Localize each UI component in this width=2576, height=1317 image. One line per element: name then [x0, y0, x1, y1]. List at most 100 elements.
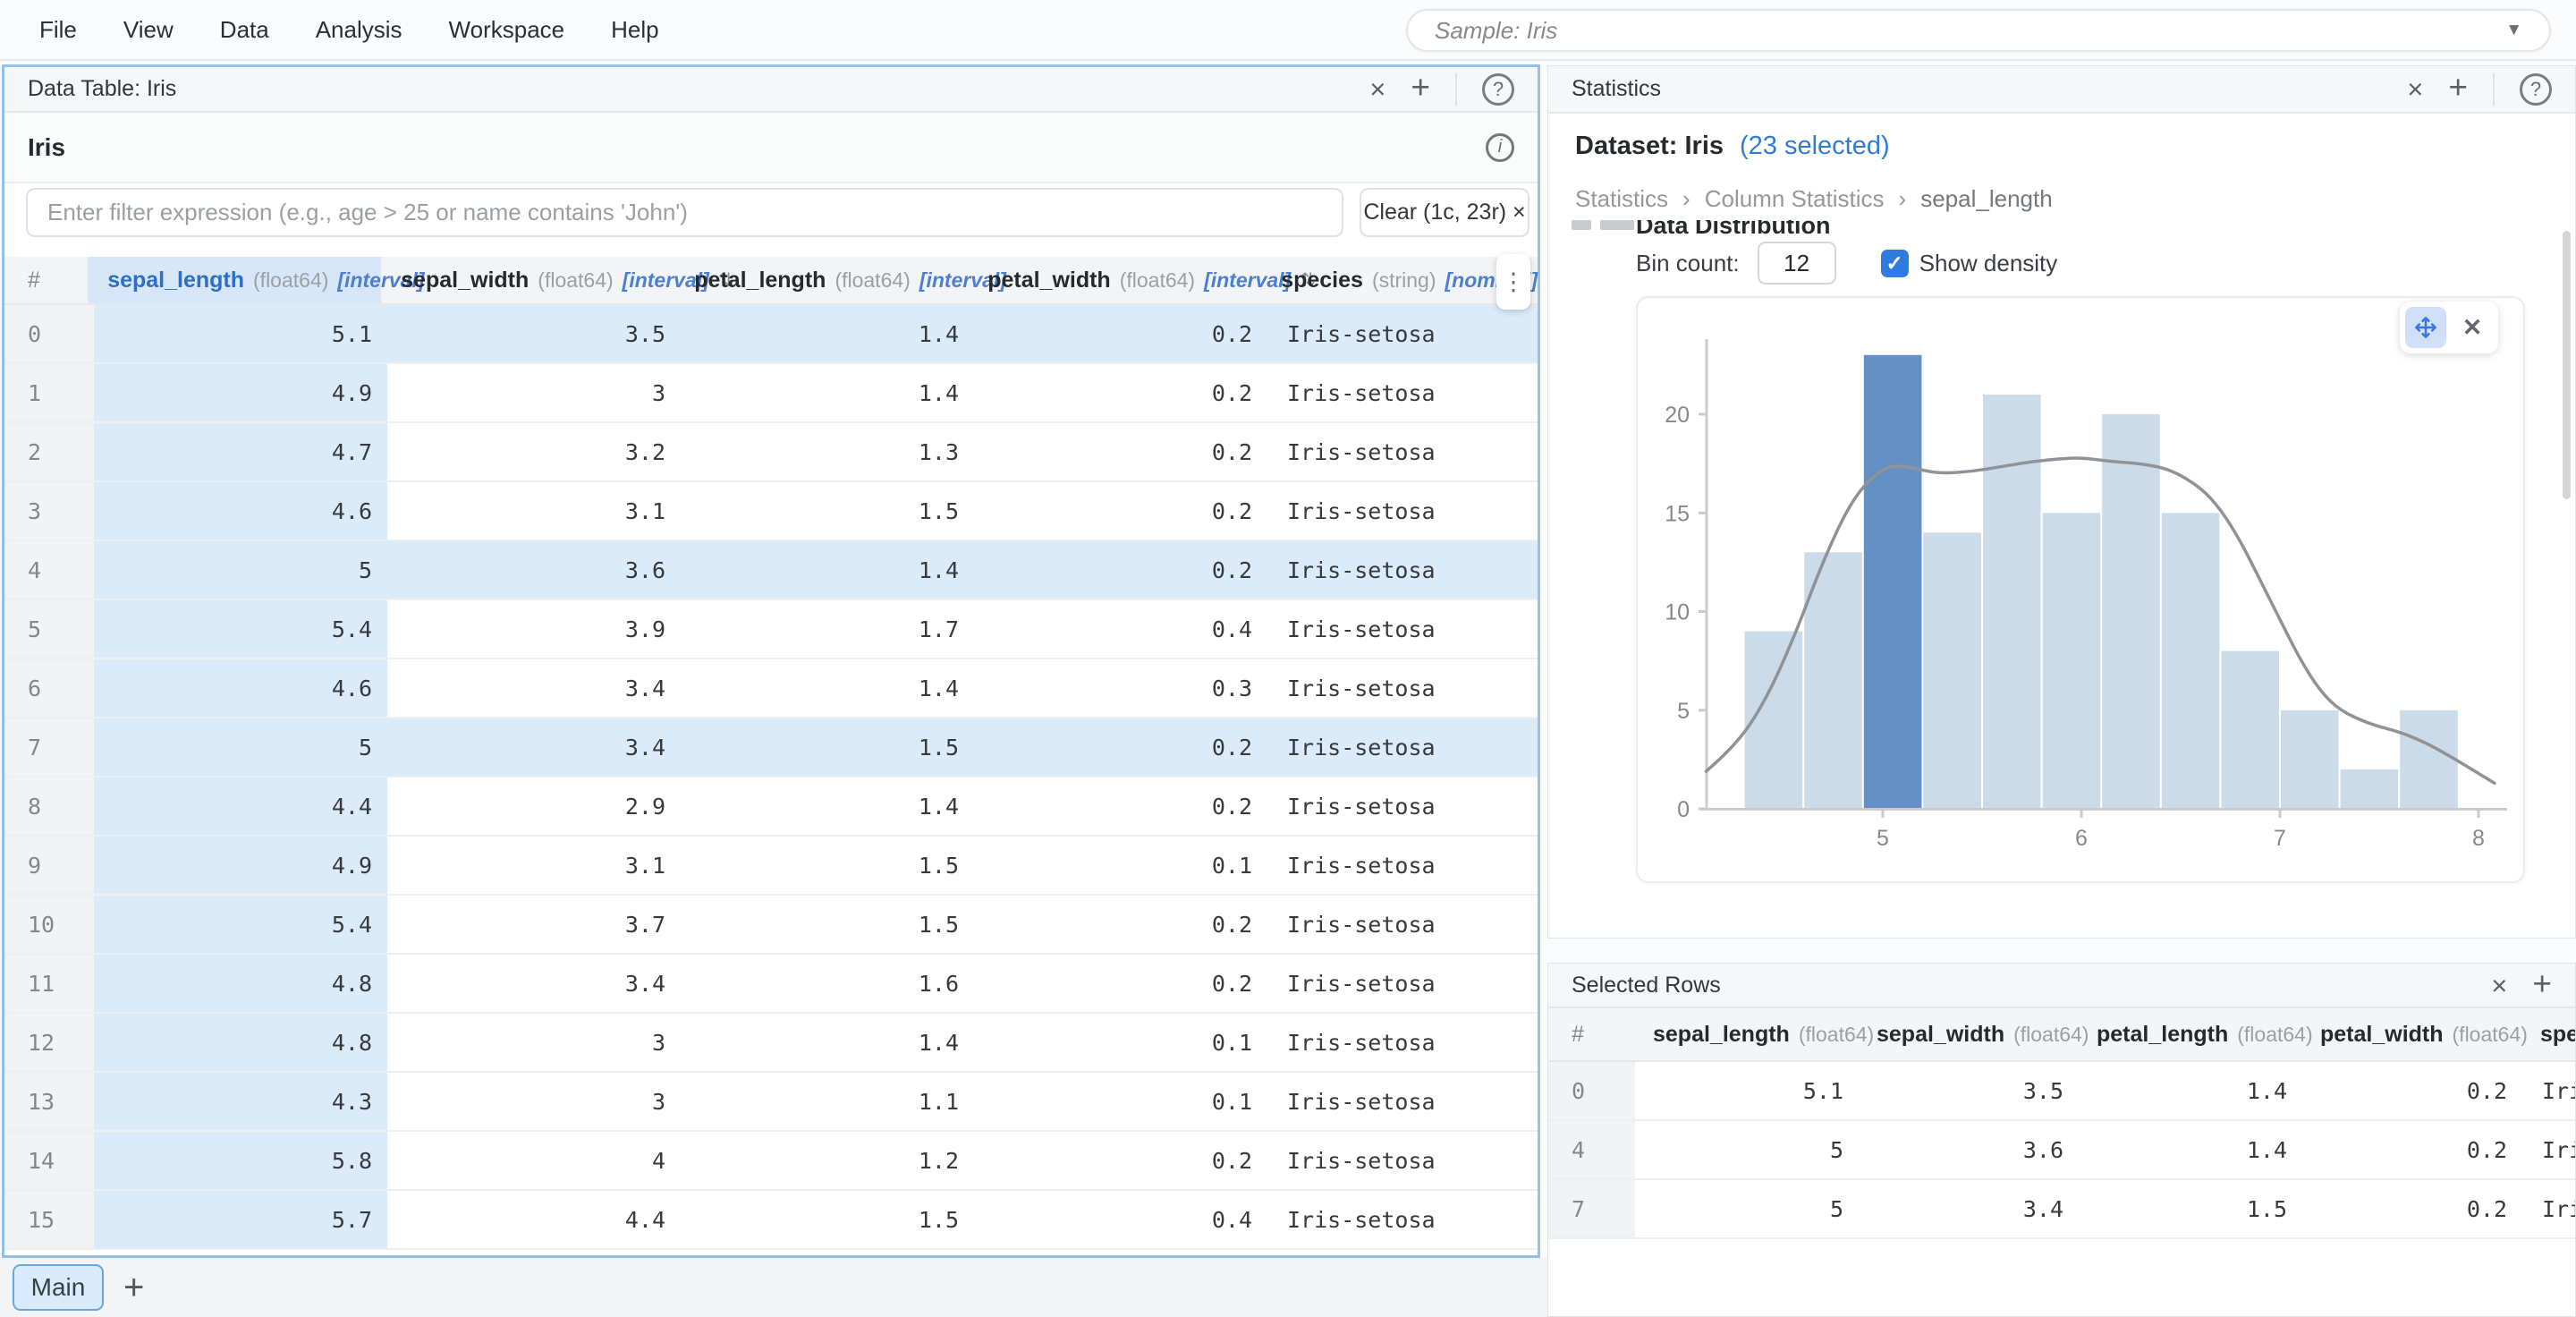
- histogram-bar[interactable]: [2102, 414, 2160, 809]
- cell-sepal_width[interactable]: 3.6: [387, 541, 681, 599]
- cell-sepal_width[interactable]: 3.9: [387, 600, 681, 658]
- cell-petal_length[interactable]: 1.4: [2079, 1121, 2302, 1178]
- cell-petal_length[interactable]: 1.4: [681, 1014, 974, 1071]
- cell-petal_length[interactable]: 1.2: [681, 1132, 974, 1189]
- menu-item-help[interactable]: Help: [611, 16, 658, 44]
- table-row[interactable]: 14.931.40.2Iris-setosa: [4, 364, 1538, 423]
- table-row[interactable]: 124.831.40.1Iris-setosa: [4, 1014, 1538, 1073]
- table-row[interactable]: 134.331.10.1Iris-setosa: [4, 1073, 1538, 1132]
- cell-species[interactable]: Iris-setosa: [1267, 541, 1538, 599]
- menu-item-workspace[interactable]: Workspace: [449, 16, 565, 44]
- cell-sepal_length[interactable]: 5.7: [94, 1191, 387, 1248]
- cell-petal_width[interactable]: 0.3: [974, 659, 1267, 717]
- cell-petal_length[interactable]: 1.5: [681, 482, 974, 540]
- cell-sepal_width[interactable]: 4.4: [387, 1191, 681, 1248]
- table-row[interactable]: 753.41.50.2Iris-setosa: [4, 718, 1538, 777]
- cell-sepal_length[interactable]: 5.8: [94, 1132, 387, 1189]
- table-row[interactable]: 753.41.50.2Iris-setosa: [1548, 1180, 2575, 1239]
- cell-petal_width[interactable]: 0.2: [2302, 1062, 2522, 1119]
- cell-sepal_width[interactable]: 4: [387, 1132, 681, 1189]
- pan-tool-button[interactable]: [2405, 307, 2446, 348]
- column-header-sepal_width[interactable]: sepal_width(float64)[interval]⇅: [381, 257, 674, 303]
- cell-petal_width[interactable]: 0.2: [974, 423, 1267, 480]
- table-row[interactable]: 24.73.21.30.2Iris-setosa: [4, 423, 1538, 482]
- cell-sepal_length[interactable]: 4.8: [94, 1014, 387, 1071]
- cell-species[interactable]: Iris-setosa: [1267, 1073, 1538, 1130]
- chart-close-button[interactable]: ✕: [2452, 307, 2493, 348]
- cell-petal_length[interactable]: 1.4: [2079, 1062, 2302, 1119]
- bin-count-input[interactable]: [1758, 242, 1836, 285]
- help-icon[interactable]: ?: [1482, 73, 1514, 106]
- cell-petal_length[interactable]: 1.1: [681, 1073, 974, 1130]
- sample-selector[interactable]: Sample: Iris ▼: [1406, 9, 2551, 52]
- histogram-bar[interactable]: [2341, 769, 2399, 809]
- cell-species[interactable]: Iris-setosa: [1267, 305, 1538, 362]
- index-column-header[interactable]: #: [4, 257, 88, 303]
- cell-sepal_length[interactable]: 4.9: [94, 837, 387, 894]
- breadcrumb-item[interactable]: Column Statistics: [1705, 185, 1885, 213]
- cell-sepal_length[interactable]: 4.9: [94, 364, 387, 421]
- cell-species[interactable]: Iris-setosa: [1267, 837, 1538, 894]
- cell-petal_width[interactable]: 0.2: [974, 305, 1267, 362]
- cell-species[interactable]: Iris-setosa: [1267, 1191, 1538, 1248]
- histogram-bar[interactable]: [2281, 710, 2339, 809]
- cell-species[interactable]: Iris-setosa: [2522, 1121, 2575, 1178]
- cell-species[interactable]: Iris-setosa: [1267, 423, 1538, 480]
- cell-petal_length[interactable]: 1.3: [681, 423, 974, 480]
- breadcrumb-item[interactable]: Statistics: [1575, 185, 1668, 213]
- table-row[interactable]: 64.63.41.40.3Iris-setosa: [4, 659, 1538, 718]
- cell-species[interactable]: Iris-setosa: [1267, 482, 1538, 540]
- menu-item-data[interactable]: Data: [220, 16, 269, 44]
- table-row[interactable]: 05.13.51.40.2Iris-setosa: [4, 305, 1538, 364]
- add-tab-button[interactable]: +: [123, 1268, 144, 1308]
- table-row[interactable]: 155.74.41.50.4Iris-setosa: [4, 1191, 1538, 1250]
- column-header-petal_width[interactable]: petal_width(float64): [2302, 1008, 2522, 1060]
- column-header-petal_width[interactable]: petal_width(float64)[interval]⇅: [968, 257, 1261, 303]
- cell-species[interactable]: Iris-setosa: [1267, 600, 1538, 658]
- cell-petal_length[interactable]: 1.4: [681, 659, 974, 717]
- cell-petal_width[interactable]: 0.1: [974, 1073, 1267, 1130]
- close-icon[interactable]: ×: [2407, 75, 2423, 103]
- cell-petal_length[interactable]: 1.4: [681, 541, 974, 599]
- cell-petal_width[interactable]: 0.4: [974, 1191, 1267, 1248]
- cell-petal_length[interactable]: 1.5: [681, 718, 974, 776]
- histogram-bar[interactable]: [1864, 355, 1922, 809]
- cell-petal_width[interactable]: 0.1: [974, 1014, 1267, 1071]
- add-panel-icon[interactable]: +: [2532, 967, 2552, 1000]
- cell-petal_length[interactable]: 1.7: [681, 600, 974, 658]
- cell-petal_width[interactable]: 0.2: [974, 1132, 1267, 1189]
- cell-petal_length[interactable]: 1.4: [681, 305, 974, 362]
- cell-species[interactable]: Iris-setosa: [1267, 1132, 1538, 1189]
- close-icon[interactable]: ×: [1369, 75, 1385, 103]
- clear-filter-button[interactable]: Clear (1c, 23r) ×: [1360, 188, 1530, 237]
- histogram-bar[interactable]: [2043, 513, 2101, 809]
- cell-sepal_width[interactable]: 3.1: [387, 482, 681, 540]
- cell-sepal_length[interactable]: 5: [94, 541, 387, 599]
- cell-petal_length[interactable]: 1.4: [681, 364, 974, 421]
- cell-sepal_length[interactable]: 4.8: [94, 955, 387, 1012]
- histogram-bar[interactable]: [2221, 651, 2279, 809]
- cell-sepal_length[interactable]: 4.6: [94, 482, 387, 540]
- histogram-bar[interactable]: [1983, 395, 2041, 809]
- column-header-sepal_length[interactable]: sepal_length(float64)[interval]: [88, 257, 381, 303]
- filter-input[interactable]: [26, 188, 1343, 237]
- index-column-header[interactable]: #: [1548, 1008, 1635, 1060]
- cell-sepal_length[interactable]: 4.4: [94, 777, 387, 835]
- cell-sepal_width[interactable]: 3.6: [1859, 1121, 2079, 1178]
- selection-count-link[interactable]: (23 selected): [1740, 132, 1890, 161]
- cell-petal_length[interactable]: 1.5: [2079, 1180, 2302, 1237]
- cell-sepal_width[interactable]: 3.5: [1859, 1062, 2079, 1119]
- close-icon[interactable]: ×: [2491, 972, 2507, 999]
- cell-sepal_width[interactable]: 2.9: [387, 777, 681, 835]
- cell-species[interactable]: Iris-setosa: [1267, 659, 1538, 717]
- cell-species[interactable]: Iris-setosa: [1267, 364, 1538, 421]
- cell-sepal_length[interactable]: 5: [1635, 1180, 1859, 1237]
- cell-sepal_width[interactable]: 3.4: [387, 659, 681, 717]
- cell-petal_length[interactable]: 1.4: [681, 777, 974, 835]
- table-row[interactable]: 453.61.40.2Iris-setosa: [4, 541, 1538, 600]
- cell-sepal_width[interactable]: 3: [387, 1073, 681, 1130]
- cell-species[interactable]: Iris-setosa: [1267, 718, 1538, 776]
- cell-sepal_length[interactable]: 4.6: [94, 659, 387, 717]
- tab-main[interactable]: Main: [13, 1264, 104, 1311]
- cell-petal_width[interactable]: 0.2: [2302, 1180, 2522, 1237]
